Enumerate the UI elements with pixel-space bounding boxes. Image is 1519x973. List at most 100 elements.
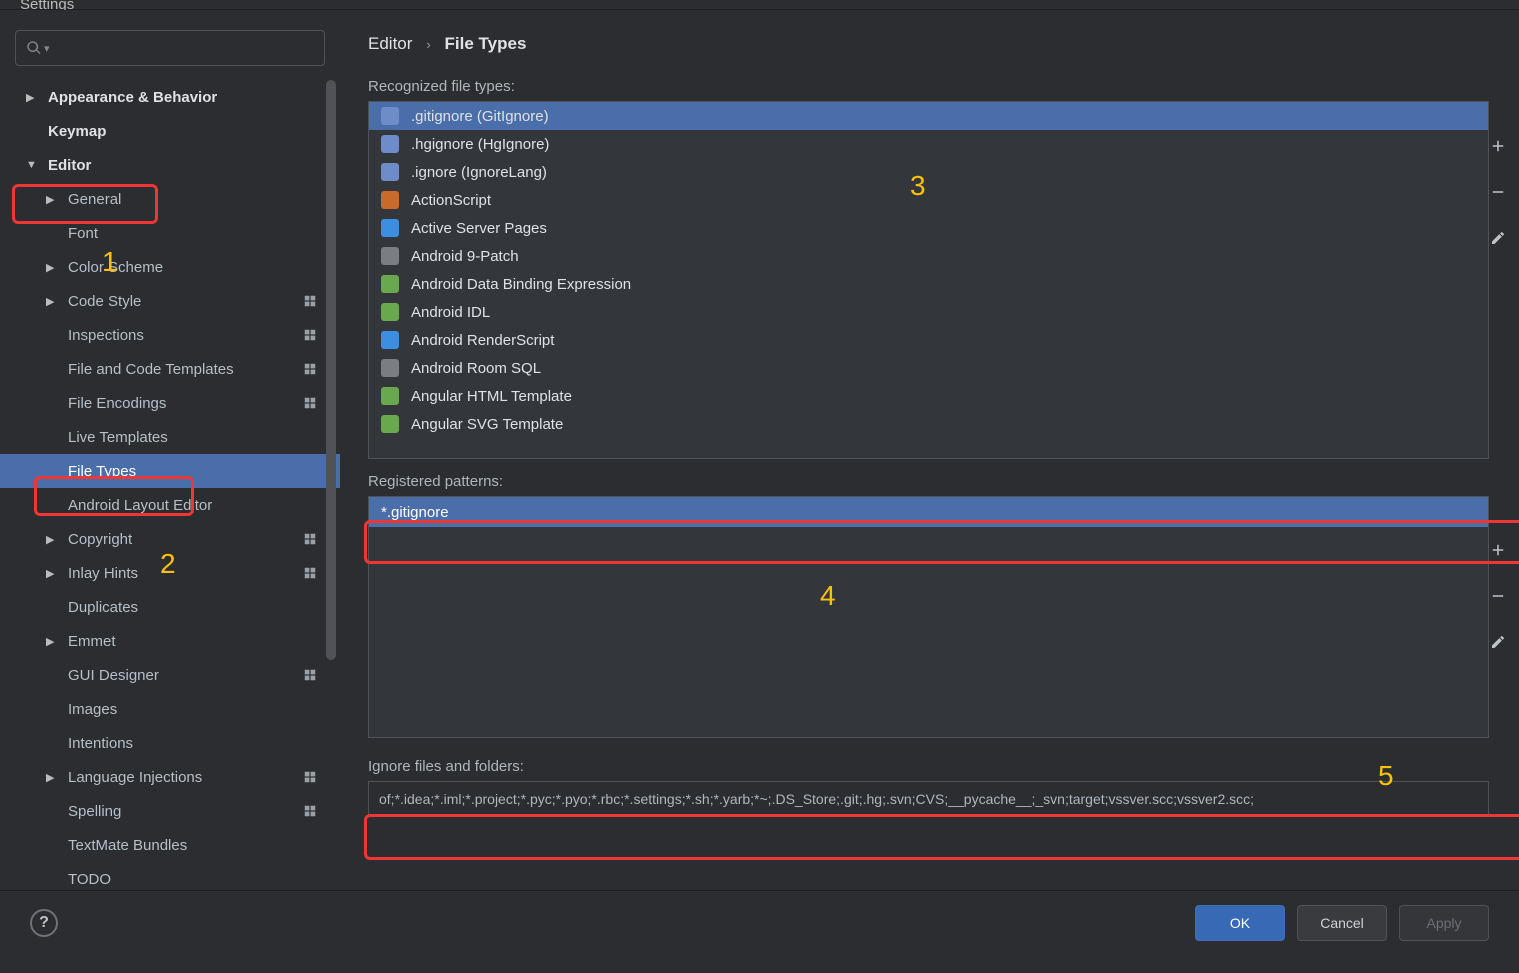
file-type-row[interactable]: Android IDL bbox=[369, 298, 1488, 326]
sidebar-item-code-style[interactable]: ▶Code Style bbox=[0, 284, 340, 318]
registered-patterns-list[interactable]: *.gitignore bbox=[368, 496, 1489, 738]
registered-patterns-label: Registered patterns: bbox=[340, 459, 1519, 496]
file-type-label: .ignore (IgnoreLang) bbox=[411, 164, 547, 181]
chevron-icon: ▶ bbox=[46, 567, 60, 580]
sidebar-item-label: Duplicates bbox=[68, 599, 340, 616]
sidebar-item-label: Intentions bbox=[68, 735, 340, 752]
file-type-row[interactable]: Android 9-Patch bbox=[369, 242, 1488, 270]
sidebar-item-editor[interactable]: ▼Editor bbox=[0, 148, 340, 182]
apply-button[interactable]: Apply bbox=[1399, 905, 1489, 941]
chevron-icon: ▶ bbox=[46, 771, 60, 784]
sidebar-item-spelling[interactable]: Spelling bbox=[0, 794, 340, 828]
sidebar-item-label: Android Layout Editor bbox=[68, 497, 340, 514]
file-type-row[interactable]: Android Room SQL bbox=[369, 354, 1488, 382]
sidebar-item-android-layout-editor[interactable]: Android Layout Editor bbox=[0, 488, 340, 522]
help-button[interactable]: ? bbox=[30, 909, 58, 937]
chevron-icon: ▶ bbox=[26, 91, 40, 104]
add-type-button[interactable] bbox=[1486, 134, 1510, 158]
sidebar-item-font[interactable]: Font bbox=[0, 216, 340, 250]
file-type-icon bbox=[381, 331, 399, 349]
sidebar-item-inspections[interactable]: Inspections bbox=[0, 318, 340, 352]
file-type-row[interactable]: Angular SVG Template bbox=[369, 410, 1488, 438]
remove-type-button[interactable] bbox=[1486, 180, 1510, 204]
sidebar-item-duplicates[interactable]: Duplicates bbox=[0, 590, 340, 624]
recognized-types-label: Recognized file types: bbox=[340, 64, 1519, 101]
cancel-button[interactable]: Cancel bbox=[1297, 905, 1387, 941]
breadcrumb-leaf: File Types bbox=[445, 34, 527, 53]
sidebar-item-live-templates[interactable]: Live Templates bbox=[0, 420, 340, 454]
file-type-row[interactable]: .hgignore (HgIgnore) bbox=[369, 130, 1488, 158]
remove-pattern-button[interactable] bbox=[1486, 584, 1510, 608]
ignore-files-input[interactable]: of;*.idea;*.iml;*.project;*.pyc;*.pyo;*.… bbox=[368, 781, 1489, 817]
file-type-icon bbox=[381, 107, 399, 125]
sidebar-item-appearance-behavior[interactable]: ▶Appearance & Behavior bbox=[0, 80, 340, 114]
scheme-icon bbox=[302, 327, 318, 343]
pattern-label: *.gitignore bbox=[381, 504, 449, 521]
sidebar-item-label: Inlay Hints bbox=[68, 565, 302, 582]
file-type-icon bbox=[381, 387, 399, 405]
ignore-files-value: of;*.idea;*.iml;*.project;*.pyc;*.pyo;*.… bbox=[379, 791, 1254, 807]
scheme-icon bbox=[302, 667, 318, 683]
file-type-row[interactable]: .ignore (IgnoreLang) bbox=[369, 158, 1488, 186]
highlight-ignore-field bbox=[364, 814, 1519, 860]
sidebar-item-label: Font bbox=[68, 225, 340, 242]
file-type-icon bbox=[381, 275, 399, 293]
sidebar-item-images[interactable]: Images bbox=[0, 692, 340, 726]
sidebar-item-todo[interactable]: TODO bbox=[0, 862, 340, 890]
recognized-file-types-list[interactable]: .gitignore (GitIgnore) .hgignore (HgIgnor… bbox=[368, 101, 1489, 459]
sidebar-item-general[interactable]: ▶General bbox=[0, 182, 340, 216]
sidebar-item-file-and-code-templates[interactable]: File and Code Templates bbox=[0, 352, 340, 386]
chevron-icon: ▶ bbox=[46, 295, 60, 308]
sidebar-item-label: Keymap bbox=[48, 123, 340, 140]
add-pattern-button[interactable] bbox=[1486, 538, 1510, 562]
sidebar-item-textmate-bundles[interactable]: TextMate Bundles bbox=[0, 828, 340, 862]
sidebar-item-emmet[interactable]: ▶Emmet bbox=[0, 624, 340, 658]
file-type-label: .gitignore (GitIgnore) bbox=[411, 108, 549, 125]
sidebar-item-label: General bbox=[68, 191, 340, 208]
search-icon bbox=[26, 40, 42, 56]
file-type-row[interactable]: ActionScript bbox=[369, 186, 1488, 214]
sidebar-item-label: Inspections bbox=[68, 327, 302, 344]
sidebar-item-label: File and Code Templates bbox=[68, 361, 302, 378]
edit-type-button[interactable] bbox=[1486, 226, 1510, 250]
file-type-row[interactable]: Active Server Pages bbox=[369, 214, 1488, 242]
file-type-row[interactable]: Android RenderScript bbox=[369, 326, 1488, 354]
file-type-icon bbox=[381, 359, 399, 377]
sidebar-item-language-injections[interactable]: ▶Language Injections bbox=[0, 760, 340, 794]
sidebar-item-intentions[interactable]: Intentions bbox=[0, 726, 340, 760]
sidebar-item-file-encodings[interactable]: File Encodings bbox=[0, 386, 340, 420]
file-type-row[interactable]: Android Data Binding Expression bbox=[369, 270, 1488, 298]
scrollbar-thumb[interactable] bbox=[326, 80, 336, 660]
breadcrumb: Editor › File Types bbox=[340, 10, 1519, 64]
file-type-icon bbox=[381, 135, 399, 153]
ok-button[interactable]: OK bbox=[1195, 905, 1285, 941]
file-type-label: Angular HTML Template bbox=[411, 388, 572, 405]
types-toolbar bbox=[1483, 134, 1513, 250]
scheme-icon bbox=[302, 531, 318, 547]
scheme-icon bbox=[302, 803, 318, 819]
sidebar-item-label: TextMate Bundles bbox=[68, 837, 340, 854]
file-type-row[interactable]: Angular HTML Template bbox=[369, 382, 1488, 410]
file-type-label: Active Server Pages bbox=[411, 220, 547, 237]
sidebar-item-keymap[interactable]: Keymap bbox=[0, 114, 340, 148]
file-type-label: Android RenderScript bbox=[411, 332, 554, 349]
scheme-icon bbox=[302, 361, 318, 377]
sidebar-item-label: GUI Designer bbox=[68, 667, 302, 684]
scheme-icon bbox=[302, 769, 318, 785]
search-input[interactable]: ▾ bbox=[15, 30, 325, 66]
sidebar-item-copyright[interactable]: ▶Copyright bbox=[0, 522, 340, 556]
breadcrumb-parent[interactable]: Editor bbox=[368, 34, 412, 53]
pattern-row[interactable]: *.gitignore bbox=[369, 497, 1488, 527]
file-type-row[interactable]: .gitignore (GitIgnore) bbox=[369, 102, 1488, 130]
sidebar-item-gui-designer[interactable]: GUI Designer bbox=[0, 658, 340, 692]
file-type-label: ActionScript bbox=[411, 192, 491, 209]
sidebar-item-file-types[interactable]: File Types bbox=[0, 454, 340, 488]
chevron-icon: ▶ bbox=[46, 635, 60, 648]
scheme-icon bbox=[302, 293, 318, 309]
chevron-icon: ▼ bbox=[26, 159, 40, 171]
sidebar-item-color-scheme[interactable]: ▶Color Scheme bbox=[0, 250, 340, 284]
sidebar-item-inlay-hints[interactable]: ▶ Inlay Hints bbox=[0, 556, 340, 590]
settings-tree: ▶Appearance & BehaviorKeymap▼Editor▶Gene… bbox=[0, 80, 340, 890]
edit-pattern-button[interactable] bbox=[1486, 630, 1510, 654]
sidebar-item-label: Spelling bbox=[68, 803, 302, 820]
